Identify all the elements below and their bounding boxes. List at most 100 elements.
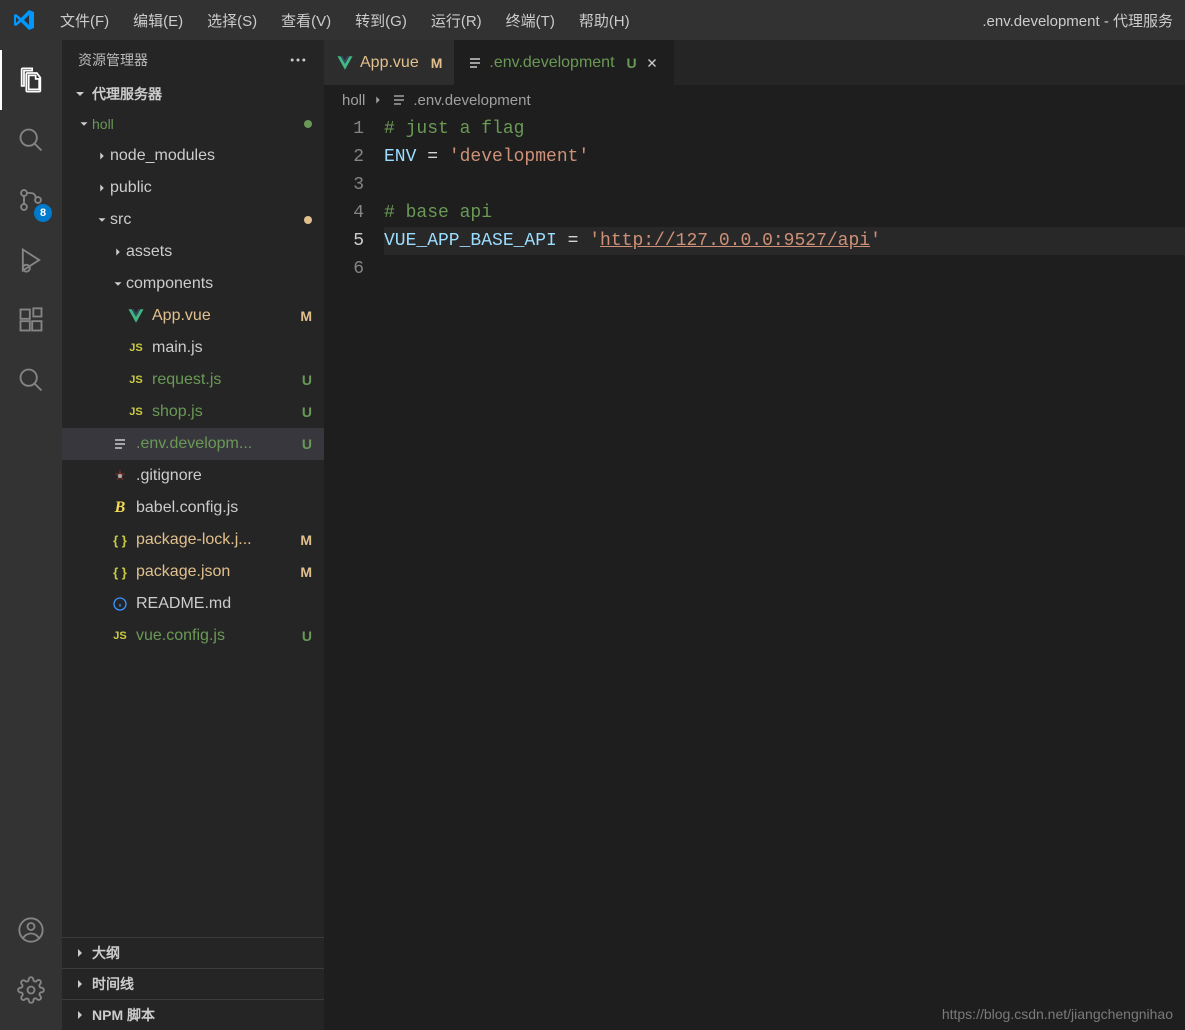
editor-tab[interactable]: .env.developmentU: [455, 40, 673, 85]
activity-search[interactable]: [0, 110, 62, 170]
titlebar: 文件(F)编辑(E)选择(S)查看(V)转到(G)运行(R)终端(T)帮助(H)…: [0, 0, 1185, 40]
tree-item-label: README.md: [136, 595, 312, 613]
menu-item[interactable]: 运行(R): [419, 6, 494, 35]
chevron-right-icon: [371, 93, 385, 107]
tab-label: .env.development: [489, 54, 614, 72]
activity-accounts[interactable]: [0, 900, 62, 960]
tree-item[interactable]: .env.developm... U: [62, 428, 324, 460]
tree-item-label: src: [110, 211, 304, 229]
watermark: https://blog.csdn.net/jiangchengnihao: [942, 1006, 1173, 1022]
activity-source-control[interactable]: 8: [0, 170, 62, 230]
timeline-section[interactable]: 时间线: [62, 968, 324, 999]
lines-icon: [467, 55, 483, 71]
activity-run-debug[interactable]: [0, 230, 62, 290]
babel-icon: B: [110, 498, 130, 518]
menu-item[interactable]: 查看(V): [269, 6, 343, 35]
sidebar-more-icon[interactable]: [288, 50, 308, 70]
code-line: # just a flag: [384, 115, 1185, 143]
vscode-logo-icon: [12, 8, 36, 32]
tree-item[interactable]: .gitignore: [62, 460, 324, 492]
menu-item[interactable]: 转到(G): [343, 6, 419, 35]
tree-item-label: public: [110, 179, 312, 197]
close-icon[interactable]: [643, 54, 661, 72]
menu-item[interactable]: 编辑(E): [121, 6, 195, 35]
git-status-badge: U: [302, 628, 312, 644]
code-line: # base api: [384, 199, 1185, 227]
dot-icon: [304, 120, 312, 128]
tree-item[interactable]: JS request.js U: [62, 364, 324, 396]
file-tree: holl node_modulespublic src assets componen…: [62, 108, 324, 937]
tree-item-label: .env.developm...: [136, 435, 296, 453]
js-icon: JS: [126, 370, 146, 390]
json-icon: { }: [110, 530, 130, 550]
activity-settings[interactable]: [0, 960, 62, 1020]
line-gutter: 123456: [324, 115, 384, 1030]
tab-label: App.vue: [360, 54, 419, 72]
activity-explorer[interactable]: [0, 50, 62, 110]
tree-item[interactable]: JSmain.js: [62, 332, 324, 364]
tree-item-label: .gitignore: [136, 467, 312, 485]
tree-item[interactable]: { } package.json M: [62, 556, 324, 588]
activity-bar: 8: [0, 40, 62, 1030]
js-icon: JS: [110, 626, 130, 646]
tree-item[interactable]: assets: [62, 236, 324, 268]
lines-icon: [391, 92, 407, 108]
lines-icon: [110, 434, 130, 454]
npm-scripts-section[interactable]: NPM 脚本: [62, 999, 324, 1030]
editor-area: App.vue M .env.developmentU holl .env.deve…: [324, 40, 1185, 1030]
tree-item[interactable]: README.md: [62, 588, 324, 620]
info-icon: [110, 594, 130, 614]
git-status-badge: U: [302, 436, 312, 452]
tree-item[interactable]: { } package-lock.j... M: [62, 524, 324, 556]
menu-bar: 文件(F)编辑(E)选择(S)查看(V)转到(G)运行(R)终端(T)帮助(H): [48, 6, 642, 35]
tree-item-label: request.js: [152, 371, 296, 389]
tree-item-label: package.json: [136, 563, 294, 581]
git-icon: [110, 466, 130, 486]
activity-search-2[interactable]: [0, 350, 62, 410]
sidebar: 资源管理器 代理服务器 holl node_modulespublicsrcas…: [62, 40, 324, 1030]
tree-item[interactable]: node_modules: [62, 140, 324, 172]
tree-item[interactable]: App.vueM: [62, 300, 324, 332]
git-status-badge: U: [302, 372, 312, 388]
tree-root[interactable]: holl: [62, 108, 324, 140]
git-status-badge: M: [300, 308, 312, 324]
tree-item-label: components: [126, 275, 312, 293]
code-line: [384, 171, 1185, 199]
dot-icon: [304, 216, 312, 224]
vue-icon: [126, 306, 146, 326]
tree-item-label: babel.config.js: [136, 499, 312, 517]
git-status-badge: M: [300, 532, 312, 548]
tree-item-label: shop.js: [152, 403, 296, 421]
breadcrumb-item: .env.development: [413, 92, 530, 109]
code-editor[interactable]: 123456 # just a flagENV = 'development' …: [324, 115, 1185, 1030]
tree-item[interactable]: JS shop.js U: [62, 396, 324, 428]
git-status-badge: M: [300, 564, 312, 580]
menu-item[interactable]: 选择(S): [195, 6, 269, 35]
tree-item[interactable]: JS vue.config.js U: [62, 620, 324, 652]
menu-item[interactable]: 终端(T): [494, 6, 567, 35]
git-status-badge: U: [302, 404, 312, 420]
vue-icon: [336, 54, 354, 72]
tree-root-label: holl: [92, 116, 304, 132]
breadcrumbs[interactable]: holl .env.development: [324, 85, 1185, 115]
js-icon: JS: [126, 338, 146, 358]
tree-item[interactable]: Bbabel.config.js: [62, 492, 324, 524]
js-icon: JS: [126, 402, 146, 422]
tree-item-label: package-lock.j...: [136, 531, 294, 549]
tree-item-label: node_modules: [110, 147, 312, 165]
json-icon: { }: [110, 562, 130, 582]
project-section-header[interactable]: 代理服务器: [62, 80, 324, 108]
tree-item-label: assets: [126, 243, 312, 261]
menu-item[interactable]: 文件(F): [48, 6, 121, 35]
tree-item[interactable]: src: [62, 204, 324, 236]
tabs: App.vue M .env.developmentU: [324, 40, 1185, 85]
outline-section[interactable]: 大纲: [62, 937, 324, 968]
editor-tab[interactable]: App.vue M: [324, 40, 455, 85]
menu-item[interactable]: 帮助(H): [567, 6, 642, 35]
git-status-badge: M: [431, 55, 443, 71]
tree-item[interactable]: public: [62, 172, 324, 204]
tree-item[interactable]: components: [62, 268, 324, 300]
code-line: [384, 255, 1185, 283]
tree-item-label: vue.config.js: [136, 627, 296, 645]
activity-extensions[interactable]: [0, 290, 62, 350]
